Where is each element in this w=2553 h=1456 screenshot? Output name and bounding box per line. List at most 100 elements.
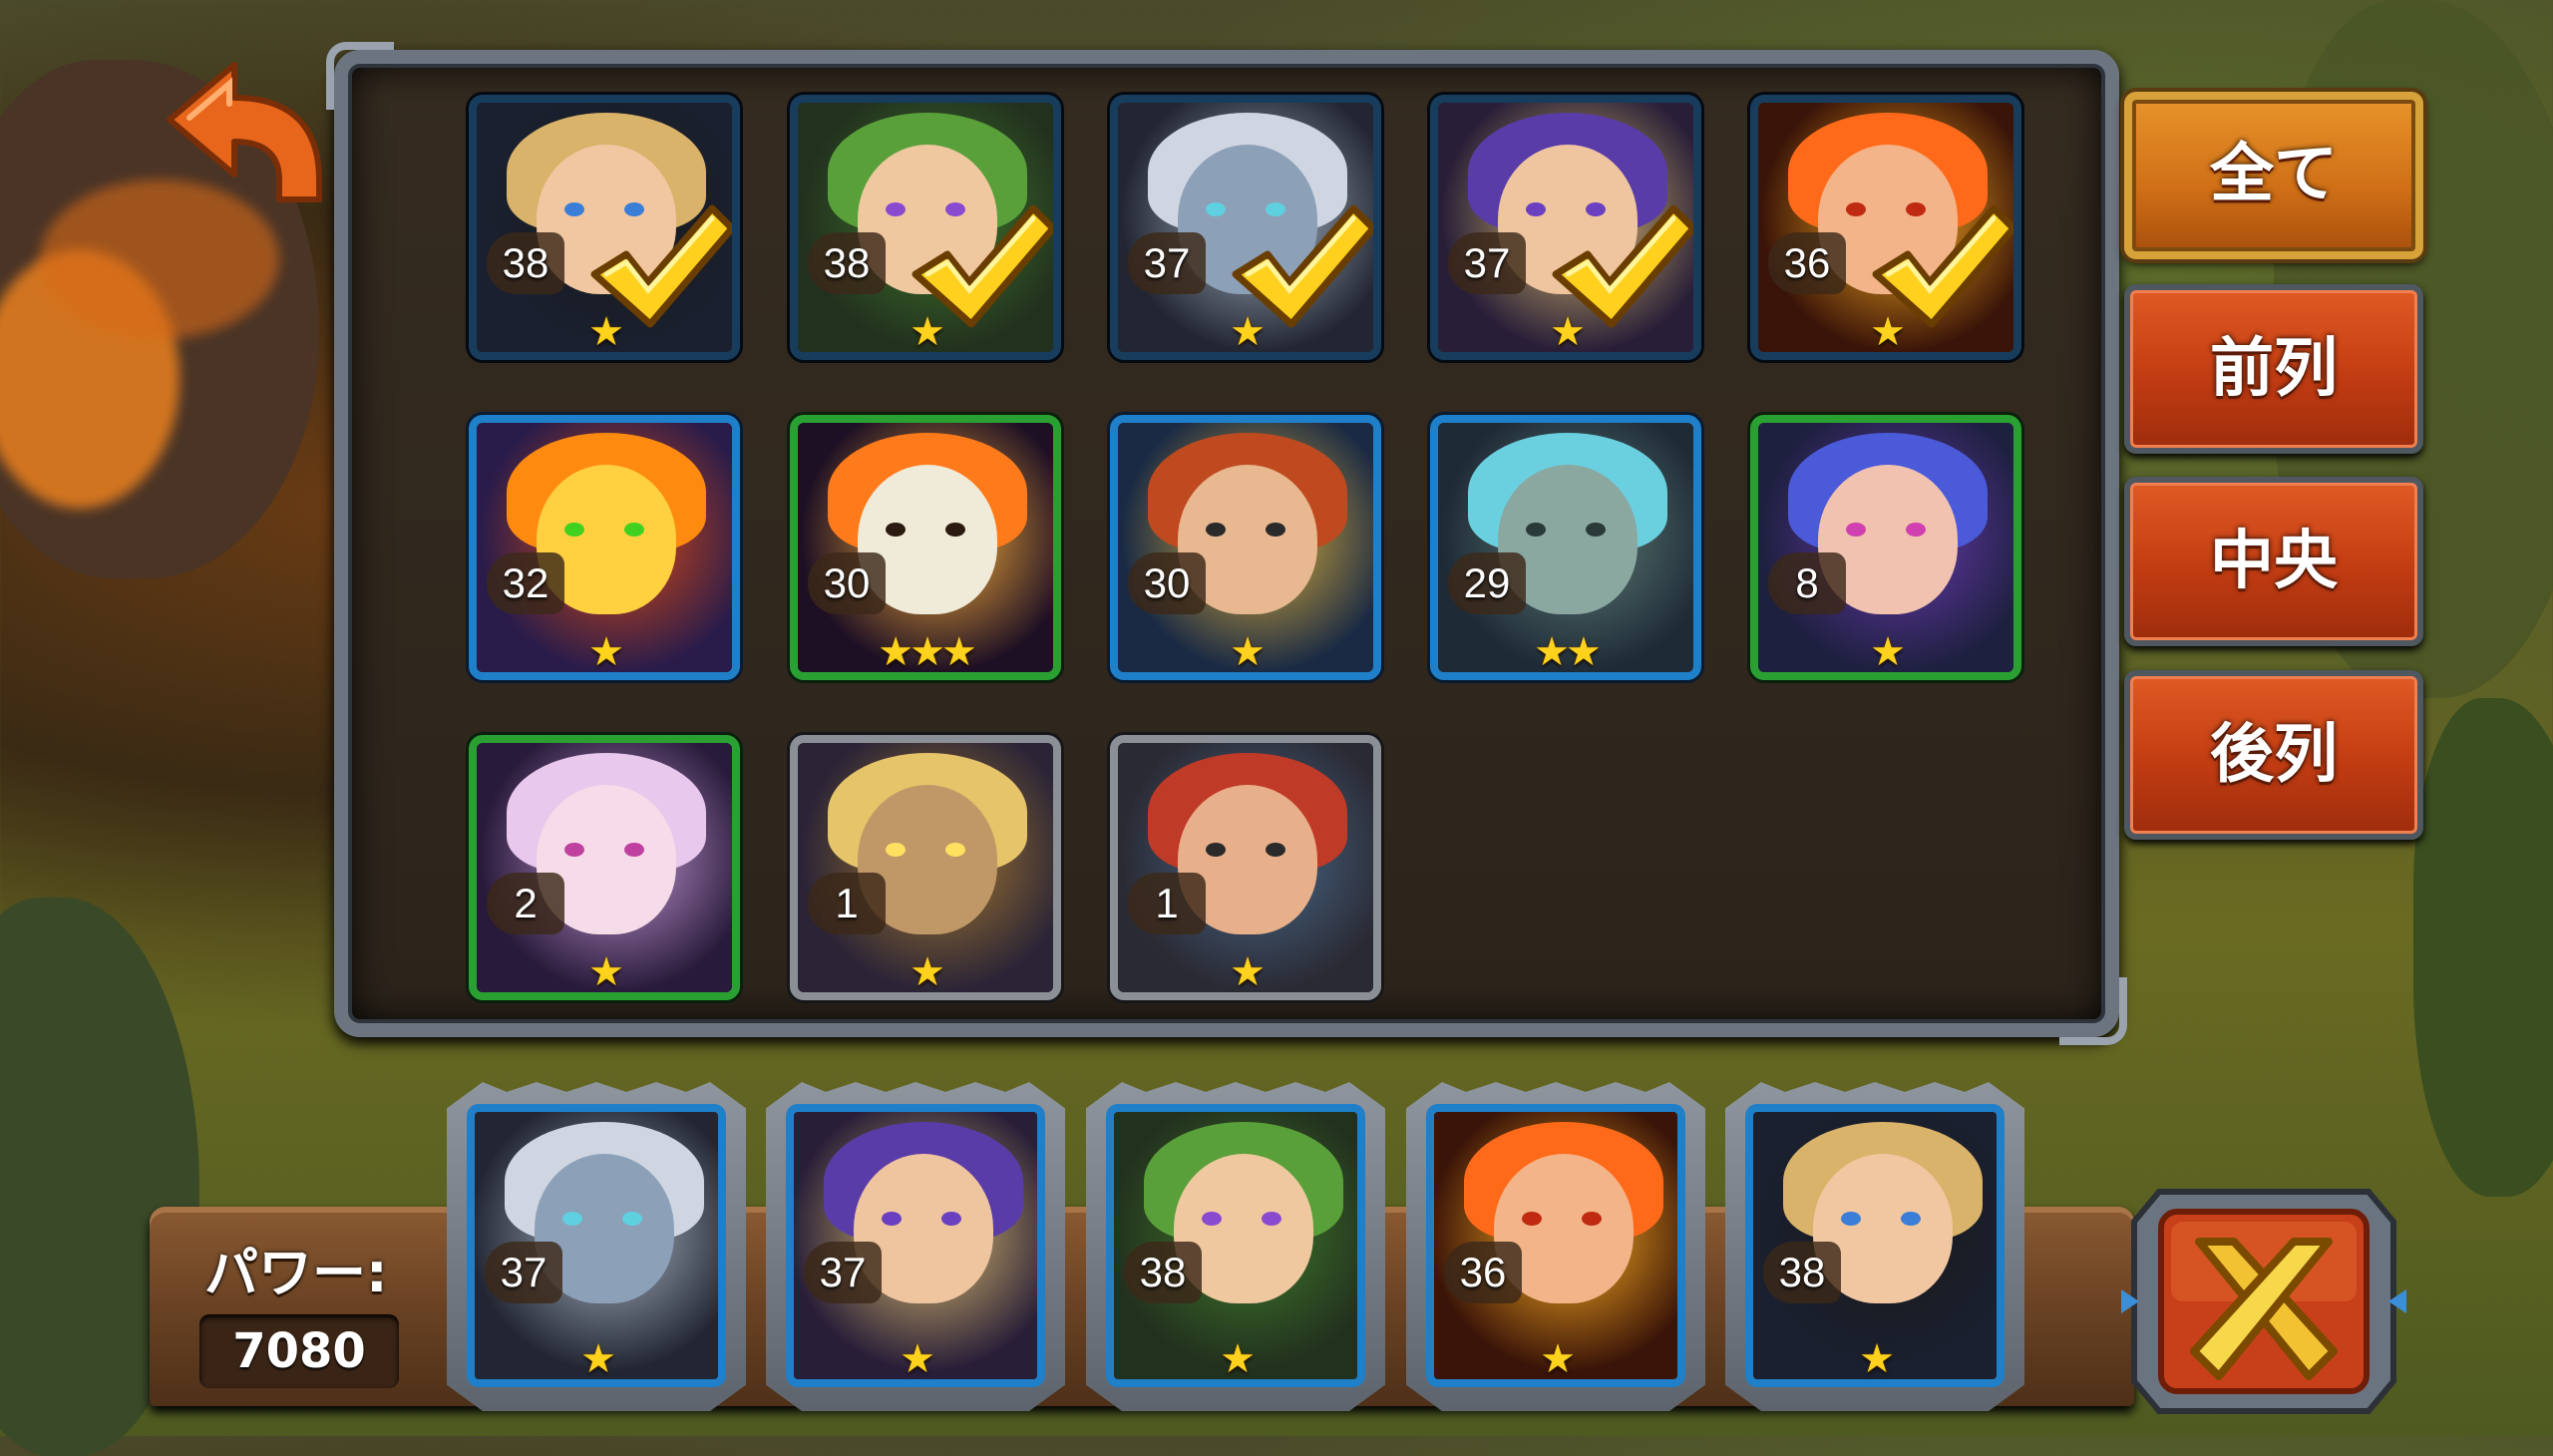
- portrait-eye: [1206, 202, 1226, 216]
- portrait-eye: [564, 843, 584, 857]
- hero-level-badge: 38: [487, 232, 564, 294]
- roster-hero-card[interactable]: 30 ★: [1110, 415, 1381, 680]
- roster-hero-card[interactable]: 38 ★: [469, 95, 740, 360]
- star-rating-icon: ★: [1540, 1336, 1576, 1382]
- filter-middle-button[interactable]: 中央: [2124, 477, 2423, 646]
- team-slot-hero[interactable]: 36 ★: [1426, 1104, 1685, 1387]
- team-slot-hero[interactable]: 37 ★: [786, 1104, 1045, 1387]
- hero-level-badge: 1: [1128, 873, 1206, 934]
- hero-level-badge: 36: [1768, 232, 1846, 294]
- hero-level-badge: 38: [1124, 1242, 1202, 1303]
- portrait-eye: [1522, 1212, 1542, 1226]
- portrait-eye: [945, 523, 965, 537]
- portrait-eye: [886, 843, 906, 857]
- star-rating-icon: ★: [588, 629, 624, 675]
- portrait-eye: [624, 523, 644, 537]
- roster-hero-card[interactable]: 2 ★: [469, 735, 740, 1000]
- selected-check-icon: [590, 204, 732, 328]
- roster-hero-card[interactable]: 37 ★: [1430, 95, 1701, 360]
- portrait-eye: [1202, 1212, 1222, 1226]
- filter-back-button[interactable]: 後列: [2124, 670, 2423, 840]
- team-slot-hero[interactable]: 37 ★: [467, 1104, 726, 1387]
- star-rating-icon: ★: [1230, 629, 1266, 675]
- hero-level-badge: 30: [808, 552, 886, 614]
- portrait-eye: [1846, 523, 1866, 537]
- team-slot-hero[interactable]: 38 ★: [1745, 1104, 2005, 1387]
- roster-hero-card[interactable]: 8 ★: [1750, 415, 2021, 680]
- portrait-eye: [1262, 1212, 1281, 1226]
- portrait-eye: [1266, 843, 1285, 857]
- filter-all-button[interactable]: 全て: [2124, 92, 2423, 259]
- portrait-eye: [882, 1212, 902, 1226]
- selected-check-icon: [912, 204, 1053, 328]
- portrait-eye: [1206, 843, 1226, 857]
- hero-level-badge: 2: [487, 873, 564, 934]
- hero-level-badge: 38: [808, 232, 886, 294]
- portrait-eye: [1846, 202, 1866, 216]
- selected-check-icon: [1232, 204, 1373, 328]
- hero-level-badge: 36: [1444, 1242, 1522, 1303]
- portrait-eye: [1526, 523, 1546, 537]
- portrait-eye: [1582, 1212, 1602, 1226]
- team-slot-frame: 37 ★: [766, 1082, 1065, 1411]
- roster-hero-card[interactable]: 29 ★★: [1430, 415, 1701, 680]
- roster-hero-card[interactable]: 32 ★: [469, 415, 740, 680]
- roster-hero-card[interactable]: 38 ★: [790, 95, 1061, 360]
- star-rating-icon: ★: [1859, 1336, 1895, 1382]
- star-rating-icon: ★: [900, 1336, 935, 1382]
- crossed-swords-icon: [2121, 1189, 2406, 1414]
- team-slot-hero[interactable]: 38 ★: [1106, 1104, 1365, 1387]
- star-rating-icon: ★: [1230, 949, 1266, 995]
- hero-level-badge: 30: [1128, 552, 1206, 614]
- roster-hero-card[interactable]: 30 ★★★: [790, 415, 1061, 680]
- portrait-eye: [564, 202, 584, 216]
- team-slot-frame: 37 ★: [447, 1082, 746, 1411]
- team-slot-frame: 38 ★: [1725, 1082, 2024, 1411]
- selected-check-icon: [1552, 204, 1693, 328]
- star-rating-icon: ★★: [1534, 629, 1602, 675]
- portrait-eye: [624, 843, 644, 857]
- back-button[interactable]: [160, 60, 329, 209]
- back-arrow-icon: [167, 62, 322, 202]
- roster-hero-card[interactable]: 36 ★: [1750, 95, 2021, 360]
- portrait-eye: [1206, 523, 1226, 537]
- filter-front-button[interactable]: 前列: [2124, 284, 2423, 454]
- power-label: パワー:: [204, 1242, 388, 1304]
- hero-level-badge: 29: [1448, 552, 1526, 614]
- portrait-eye: [562, 1212, 582, 1226]
- star-rating-icon: ★★★: [878, 629, 977, 675]
- team-slot-frame: 36 ★: [1406, 1082, 1705, 1411]
- roster-hero-card[interactable]: 37 ★: [1110, 95, 1381, 360]
- start-battle-button[interactable]: [2119, 1172, 2408, 1431]
- portrait-eye: [1526, 202, 1546, 216]
- star-rating-icon: ★: [580, 1336, 616, 1382]
- hero-level-badge: 37: [1448, 232, 1526, 294]
- portrait-eye: [941, 1212, 961, 1226]
- portrait-eye: [1266, 523, 1285, 537]
- portrait-eye: [1841, 1212, 1861, 1226]
- portrait-eye: [1906, 523, 1926, 537]
- roster-hero-card[interactable]: 1 ★: [790, 735, 1061, 1000]
- star-rating-icon: ★: [1220, 1336, 1256, 1382]
- portrait-eye: [1586, 523, 1606, 537]
- hero-level-badge: 37: [1128, 232, 1206, 294]
- portrait-eye: [622, 1212, 642, 1226]
- hero-level-badge: 38: [1763, 1242, 1841, 1303]
- selected-check-icon: [1872, 204, 2013, 328]
- hero-level-badge: 1: [808, 873, 886, 934]
- portrait-eye: [886, 202, 906, 216]
- star-rating-icon: ★: [910, 949, 945, 995]
- power-value: 7080: [199, 1314, 399, 1388]
- portrait-eye: [1901, 1212, 1921, 1226]
- hero-level-badge: 37: [804, 1242, 882, 1303]
- star-rating-icon: ★: [1870, 629, 1906, 675]
- hero-level-badge: 8: [1768, 552, 1846, 614]
- portrait-eye: [564, 523, 584, 537]
- star-rating-icon: ★: [588, 949, 624, 995]
- roster-hero-card[interactable]: 1 ★: [1110, 735, 1381, 1000]
- hero-level-badge: 37: [485, 1242, 562, 1303]
- portrait-eye: [945, 843, 965, 857]
- hero-level-badge: 32: [487, 552, 564, 614]
- team-slot-frame: 38 ★: [1086, 1082, 1385, 1411]
- portrait-eye: [886, 523, 906, 537]
